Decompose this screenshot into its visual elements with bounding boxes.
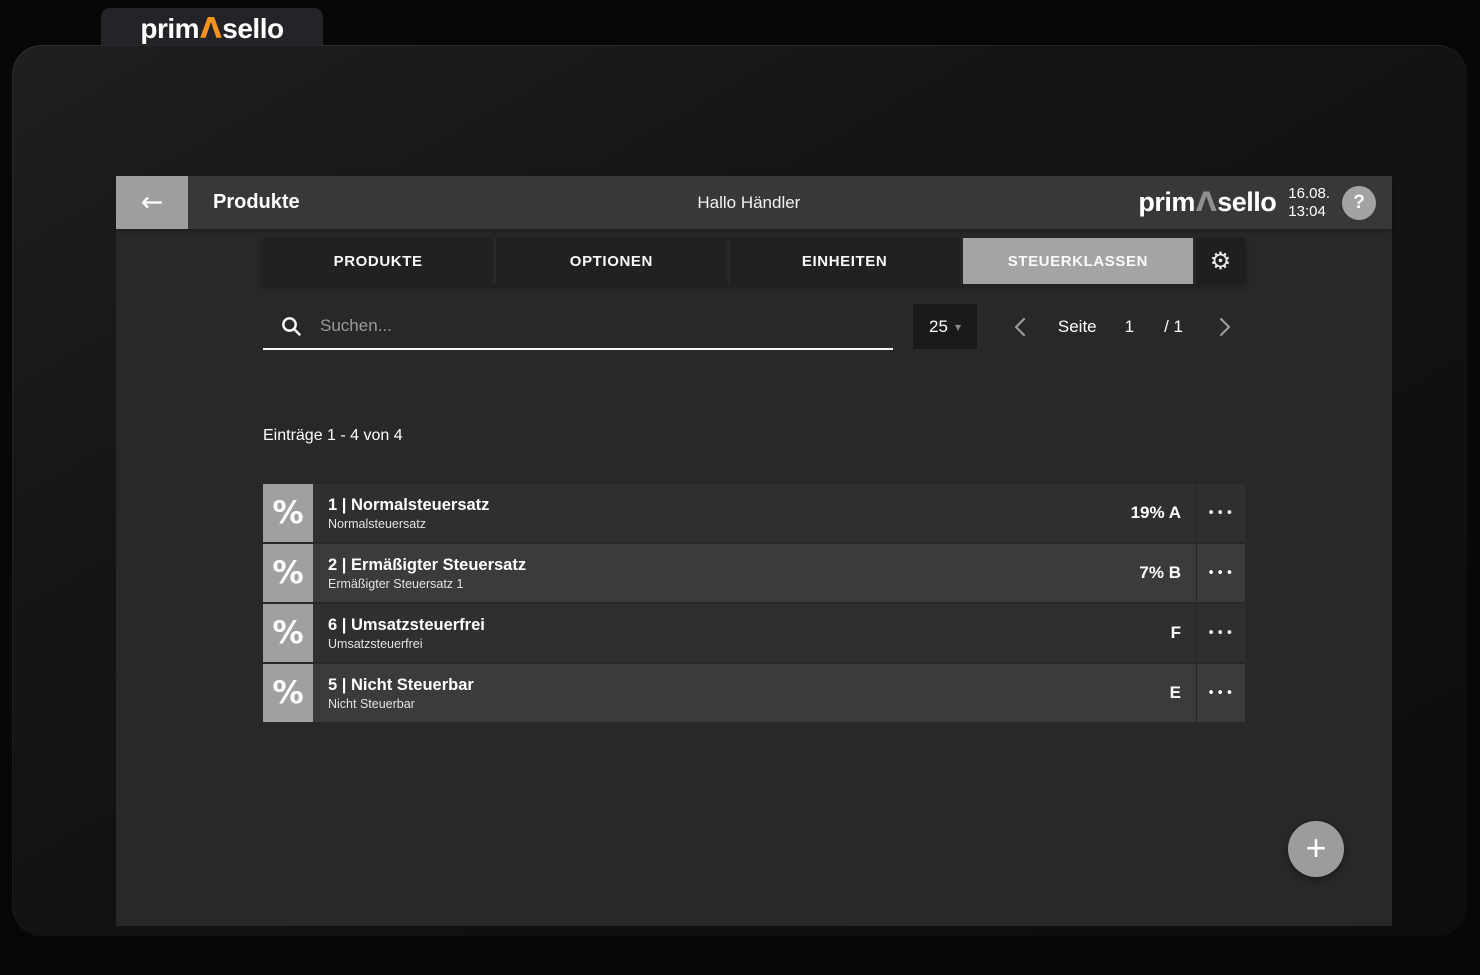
row-main: 1 | NormalsteuersatzNormalsteuersatz	[313, 484, 1131, 542]
row-menu-button[interactable]: •••	[1196, 604, 1245, 662]
total-pages: / 1	[1164, 317, 1183, 337]
row-subtitle: Ermäßigter Steuersatz 1	[328, 576, 1139, 592]
row-title: 5 | Nicht Steuerbar	[328, 674, 1170, 696]
toolbar: 25 ▾ Seite 1 / 1	[263, 304, 1245, 350]
prev-page-button[interactable]	[1000, 304, 1040, 349]
search-icon	[280, 315, 302, 337]
row-main: 5 | Nicht SteuerbarNicht Steuerbar	[313, 664, 1170, 722]
page-label: Seite	[1058, 317, 1097, 337]
pagination: Seite 1 / 1	[1000, 304, 1245, 349]
primasello-logo: primΛsello	[1138, 187, 1276, 218]
tab-label: OPTIONEN	[570, 253, 653, 270]
row-value: F	[1171, 604, 1196, 662]
row-value: 19% A	[1131, 484, 1196, 542]
greeting-text: Hallo Händler	[697, 193, 800, 213]
row-menu-button[interactable]: •••	[1196, 484, 1245, 542]
ellipsis-icon: •••	[1207, 566, 1235, 581]
screen: primΛsello ← Produkte Hallo Händler prim…	[0, 0, 1480, 975]
current-page: 1	[1125, 317, 1134, 337]
back-button[interactable]: ←	[116, 176, 188, 229]
logo-text: sello	[222, 13, 283, 44]
percent-glyph: %	[272, 615, 303, 651]
row-value: E	[1170, 664, 1196, 722]
row-menu-button[interactable]: •••	[1196, 544, 1245, 602]
browser-tab[interactable]: primΛsello	[101, 8, 323, 48]
plus-icon: +	[1305, 830, 1326, 866]
row-menu-button[interactable]: •••	[1196, 664, 1245, 722]
tab-einheiten[interactable]: EINHEITEN	[730, 238, 960, 284]
percent-icon: %	[263, 664, 313, 722]
logo-text: prim	[140, 13, 199, 44]
percent-glyph: %	[272, 555, 303, 591]
settings-button[interactable]: ⚙	[1196, 238, 1245, 284]
percent-icon: %	[263, 544, 313, 602]
question-mark-icon: ?	[1353, 192, 1365, 214]
date-text: 16.08.	[1288, 185, 1330, 202]
add-button[interactable]: +	[1288, 821, 1344, 877]
tab-bar: PRODUKTE OPTIONEN EINHEITEN STEUERKLASSEN ⚙	[263, 238, 1245, 284]
logo-text: sello	[1217, 187, 1276, 217]
tab-steuerklassen[interactable]: STEUERKLASSEN	[963, 238, 1193, 284]
search-field[interactable]	[263, 304, 893, 350]
page-size-select[interactable]: 25 ▾	[913, 304, 977, 349]
gear-icon: ⚙	[1210, 249, 1232, 273]
logo-lambda-icon: Λ	[1195, 187, 1217, 218]
chevron-down-icon: ▾	[955, 320, 961, 334]
search-input[interactable]	[320, 316, 840, 336]
app-header: ← Produkte Hallo Händler primΛsello 16.0…	[116, 176, 1392, 229]
app-panel: ← Produkte Hallo Händler primΛsello 16.0…	[116, 176, 1392, 926]
ellipsis-icon: •••	[1207, 626, 1235, 641]
row-subtitle: Nicht Steuerbar	[328, 696, 1170, 712]
percent-icon: %	[263, 484, 313, 542]
row-title: 1 | Normalsteuersatz	[328, 494, 1131, 516]
back-arrow-icon: ←	[141, 189, 164, 216]
row-title: 2 | Ermäßigter Steuersatz	[328, 554, 1139, 576]
content-area: PRODUKTE OPTIONEN EINHEITEN STEUERKLASSEN ⚙…	[263, 229, 1245, 926]
row-subtitle: Normalsteuersatz	[328, 516, 1131, 532]
percent-icon: %	[263, 604, 313, 662]
tab-label: EINHEITEN	[802, 253, 887, 270]
tab-label: STEUERKLASSEN	[1008, 253, 1148, 270]
help-button[interactable]: ?	[1342, 186, 1376, 220]
row-main: 2 | Ermäßigter SteuersatzErmäßigter Steu…	[313, 544, 1139, 602]
ellipsis-icon: •••	[1207, 506, 1235, 521]
ellipsis-icon: •••	[1207, 686, 1235, 701]
primasello-logo: primΛsello	[140, 12, 283, 45]
percent-glyph: %	[272, 675, 303, 711]
page-size-value: 25	[929, 317, 948, 337]
row-main: 6 | UmsatzsteuerfreiUmsatzsteuerfrei	[313, 604, 1171, 662]
table-row[interactable]: % 6 | UmsatzsteuerfreiUmsatzsteuerfreiF ••…	[263, 604, 1245, 662]
chevron-right-icon	[1219, 317, 1231, 337]
tab-optionen[interactable]: OPTIONEN	[496, 238, 726, 284]
datetime: 16.08. 13:04	[1288, 185, 1330, 220]
time-text: 13:04	[1288, 203, 1330, 220]
tab-produkte[interactable]: PRODUKTE	[263, 238, 493, 284]
tax-class-list: % 1 | NormalsteuersatzNormalsteuersatz19%…	[263, 484, 1245, 722]
logo-lambda-icon: Λ	[199, 12, 222, 45]
table-row[interactable]: % 1 | NormalsteuersatzNormalsteuersatz19%…	[263, 484, 1245, 542]
header-right: primΛsello 16.08. 13:04 ?	[1138, 185, 1392, 220]
page-title: Produkte	[213, 191, 300, 214]
percent-glyph: %	[272, 495, 303, 531]
table-row[interactable]: % 5 | Nicht SteuerbarNicht SteuerbarE •••	[263, 664, 1245, 722]
chevron-left-icon	[1014, 317, 1026, 337]
row-title: 6 | Umsatzsteuerfrei	[328, 614, 1171, 636]
tab-label: PRODUKTE	[334, 253, 423, 270]
row-subtitle: Umsatzsteuerfrei	[328, 636, 1171, 652]
next-page-button[interactable]	[1205, 304, 1245, 349]
table-row[interactable]: % 2 | Ermäßigter SteuersatzErmäßigter Ste…	[263, 544, 1245, 602]
entries-summary: Einträge 1 - 4 von 4	[263, 427, 403, 445]
device-frame: ← Produkte Hallo Händler primΛsello 16.0…	[12, 45, 1467, 936]
row-value: 7% B	[1139, 544, 1196, 602]
logo-text: prim	[1138, 187, 1195, 217]
